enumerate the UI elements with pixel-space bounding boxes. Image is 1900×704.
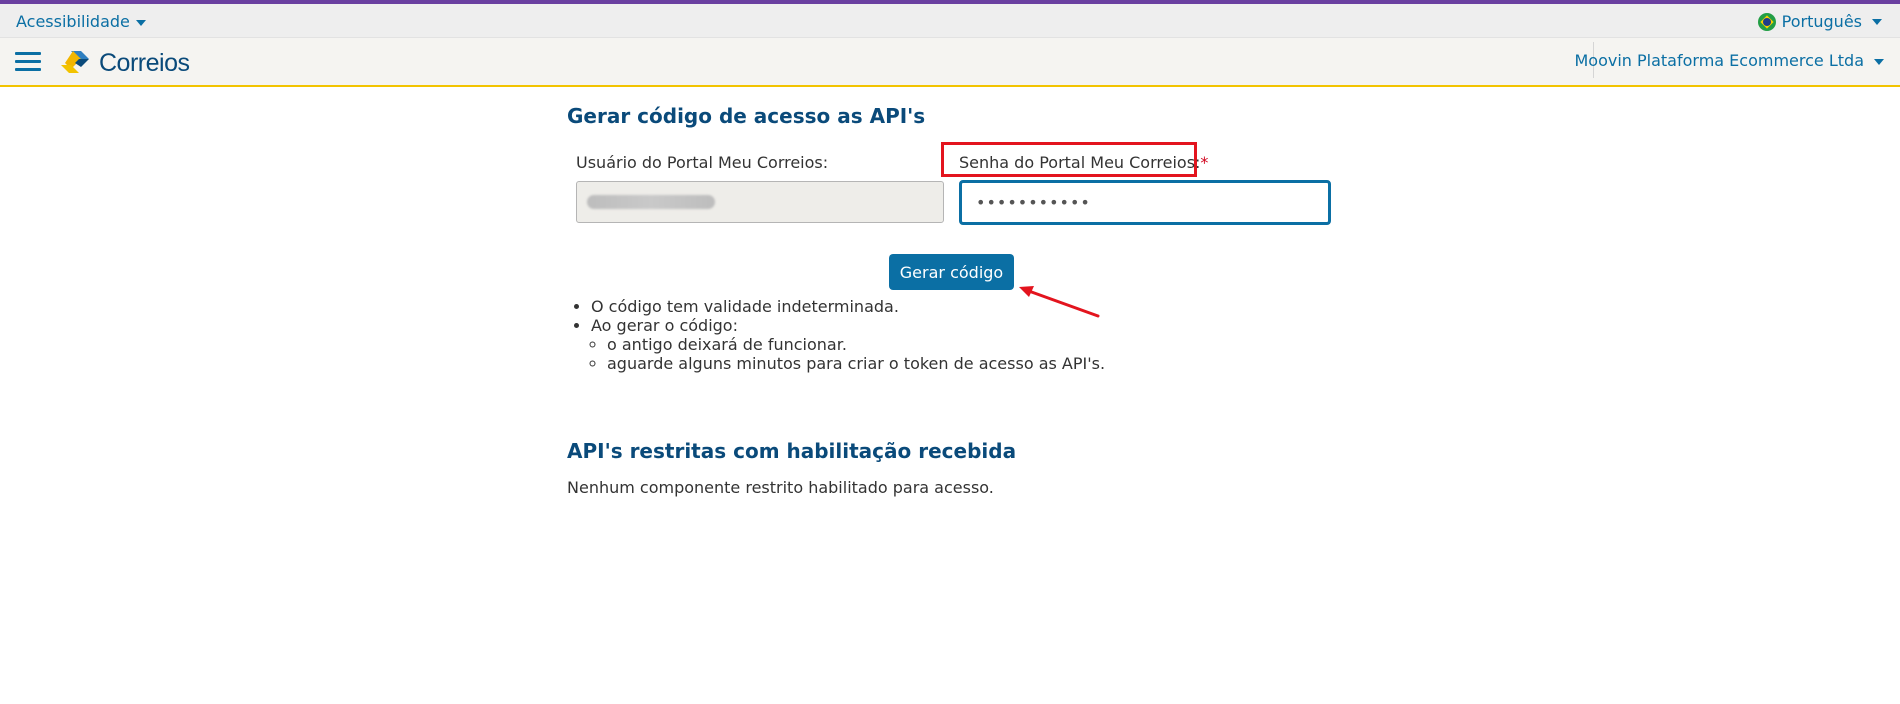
logo-text: Correios xyxy=(99,48,190,77)
blurred-user-value xyxy=(587,195,715,209)
required-marker: * xyxy=(1200,153,1209,172)
language-label: Português xyxy=(1781,12,1862,31)
user-field-label: Usuário do Portal Meu Correios: xyxy=(576,153,829,172)
page-title: Gerar código de acesso as API's xyxy=(567,104,926,128)
caret-down-icon xyxy=(135,19,146,26)
company-name: Moovin Plataforma Ecommerce Ltda xyxy=(1574,51,1864,70)
correios-logo-icon xyxy=(61,51,89,73)
annotation-arrow-icon xyxy=(1019,286,1100,318)
correios-logo[interactable]: Correios xyxy=(59,47,190,79)
restricted-apis-title: API's restritas com habilitação recebida xyxy=(567,439,1017,463)
list-item: Ao gerar o código: o antigo deixará de f… xyxy=(591,316,1105,373)
company-menu[interactable]: Moovin Plataforma Ecommerce Ltda xyxy=(1558,51,1884,70)
language-selector[interactable]: Português xyxy=(1757,12,1882,31)
utility-bar: Acessibilidade Português xyxy=(0,4,1900,38)
menu-icon[interactable] xyxy=(15,52,41,72)
accessibility-menu[interactable]: Acessibilidade xyxy=(16,12,146,31)
list-item: o antigo deixará de funcionar. xyxy=(607,335,1105,354)
caret-down-icon xyxy=(1872,18,1882,25)
accessibility-label: Acessibilidade xyxy=(16,12,130,31)
sub-list: o antigo deixará de funcionar. aguarde a… xyxy=(591,335,1105,373)
caret-down-icon xyxy=(1874,58,1884,65)
brazil-flag-icon xyxy=(1757,12,1776,31)
generate-code-button[interactable]: Gerar código xyxy=(889,254,1014,290)
main-header: Correios Moovin Plataforma Ecommerce Ltd… xyxy=(0,38,1900,87)
restricted-apis-message: Nenhum componente restrito habilitado pa… xyxy=(567,478,994,497)
password-input[interactable]: ••••••••••• xyxy=(959,180,1331,225)
user-input[interactable] xyxy=(576,181,944,223)
list-item: aguarde alguns minutos para criar o toke… xyxy=(607,354,1105,373)
password-field-label: Senha do Portal Meu Correios:* xyxy=(959,153,1209,172)
